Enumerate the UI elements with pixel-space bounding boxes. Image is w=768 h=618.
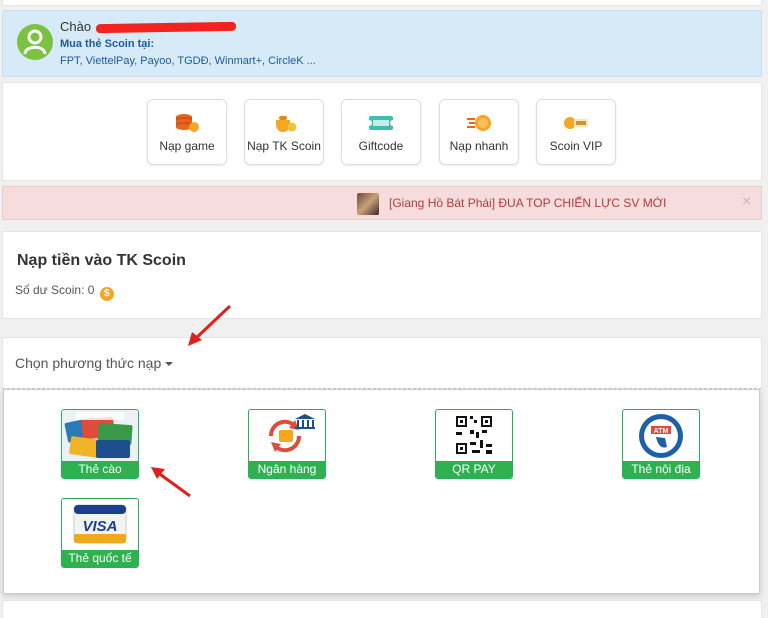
bank-transfer-option[interactable]: Ngân hàng xyxy=(248,409,326,479)
scratch-card-label: Thẻ cào xyxy=(62,461,138,478)
scoin-vip-label: Scoin VIP xyxy=(549,139,603,153)
atm-card-label: Thẻ nội địa xyxy=(623,461,699,478)
nap-tk-scoin-label: Nạp TK Scoin xyxy=(247,139,321,153)
bank-transfer-icon xyxy=(249,410,325,461)
nap-nhanh-button[interactable]: Nạp nhanh xyxy=(439,99,519,165)
notice-text[interactable]: [Giang Hồ Bát Phái] ĐUA TOP CHIẾN LỰC SV… xyxy=(389,196,666,210)
page-title: Nạp tiền vào TK Scoin xyxy=(17,252,186,269)
scratch-card-icon xyxy=(62,410,138,461)
atm-card-option[interactable]: ATM Thẻ nội địa xyxy=(622,409,700,479)
visa-card-icon: VISA xyxy=(62,499,138,550)
greeting-banner: Chào Mua thẻ Scoin tại: FPT, ViettelPay,… xyxy=(2,10,762,77)
svg-text:VISA: VISA xyxy=(82,518,117,535)
international-card-option[interactable]: VISA Thẻ quốc tế xyxy=(61,498,139,568)
nap-tk-scoin-button[interactable]: Nạp TK Scoin xyxy=(244,99,324,165)
close-icon[interactable]: × xyxy=(742,193,751,211)
quick-actions-bar: Nạp game Nạp TK Scoin Giftcode Nạp nhanh… xyxy=(2,82,762,181)
nap-game-button[interactable]: Nạp game xyxy=(147,99,227,165)
qr-code-icon xyxy=(436,410,512,461)
notice-banner[interactable]: [Giang Hồ Bát Phái] ĐUA TOP CHIẾN LỰC SV… xyxy=(2,186,762,220)
payment-method-label: Chọn phương thức nạp xyxy=(15,355,162,371)
buy-scoin-title: Mua thẻ Scoin tại: xyxy=(60,38,155,50)
ticket-icon xyxy=(366,112,396,134)
greeting-text: Chào xyxy=(60,19,92,34)
svg-text:ATM: ATM xyxy=(654,428,669,435)
scoin-vip-icon xyxy=(563,112,589,134)
redacted-username xyxy=(95,21,237,34)
payment-method-panel: Thẻ cào Ngân hàng QR PAY ATM Thẻ nội địa… xyxy=(3,389,760,594)
bank-transfer-label: Ngân hàng xyxy=(249,461,325,478)
qr-pay-label: QR PAY xyxy=(436,461,512,478)
giftcode-button[interactable]: Giftcode xyxy=(341,99,421,165)
user-avatar-icon xyxy=(17,24,53,60)
balance-card: Nạp tiền vào TK Scoin Số dư Scoin: 0 $ xyxy=(2,231,762,319)
scoin-coin-icon: $ xyxy=(99,287,114,301)
balance-label: Số dư Scoin: 0 xyxy=(15,283,95,297)
nap-nhanh-label: Nạp nhanh xyxy=(449,139,509,153)
buy-scoin-places: FPT, ViettelPay, Payoo, TGDĐ, Winmart+, … xyxy=(60,55,316,67)
international-card-label: Thẻ quốc tế xyxy=(62,550,138,567)
scratch-card-option[interactable]: Thẻ cào xyxy=(61,409,139,479)
payment-method-section: Chọn phương thức nạp xyxy=(2,337,762,389)
payment-method-dropdown[interactable]: Chọn phương thức nạp xyxy=(15,355,174,371)
giftcode-label: Giftcode xyxy=(358,139,404,153)
game-thumbnail xyxy=(357,193,379,215)
bottom-strip xyxy=(2,600,762,618)
qr-pay-option[interactable]: QR PAY xyxy=(435,409,513,479)
scoin-vip-button[interactable]: Scoin VIP xyxy=(536,99,616,165)
coin-bag-icon xyxy=(271,112,297,134)
nap-game-label: Nạp game xyxy=(159,139,215,153)
scoin-balance: Số dư Scoin: 0 $ xyxy=(15,283,114,301)
caret-down-icon xyxy=(165,362,174,367)
atm-card-icon: ATM xyxy=(623,410,699,461)
coin-stack-icon xyxy=(174,112,200,134)
fast-coin-icon xyxy=(466,112,492,134)
top-strip xyxy=(2,0,762,6)
